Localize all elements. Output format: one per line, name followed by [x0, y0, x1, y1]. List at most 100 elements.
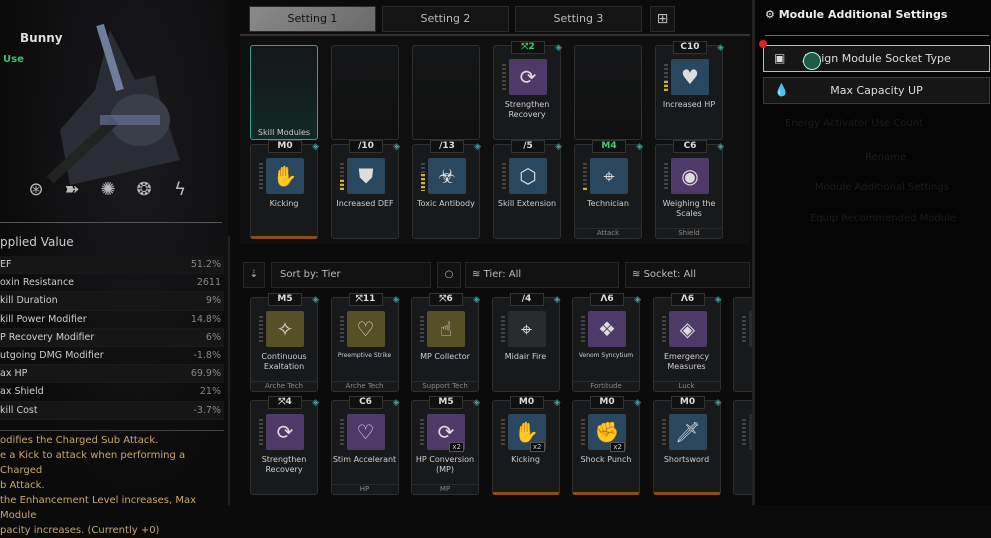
module-card[interactable]: M5 ◈ ✧ Continuous Exaltation Arche Tech — [250, 293, 319, 392]
module-card[interactable]: M0 ◈ ✊ Shock Punch x2 — [572, 396, 641, 495]
module-name: Toxic Antibody — [417, 199, 475, 208]
module-description: odifies the Charged Sub Attack. e a Kick … — [0, 430, 224, 538]
module-card[interactable]: ⤧6 ◈ ☝ MP Collector Support Tech — [411, 293, 480, 392]
layers-icon: ≋ — [632, 269, 644, 280]
sort-icon[interactable]: ⇣ — [243, 262, 265, 288]
socket-type-icon: ◈ — [717, 142, 724, 152]
module-card[interactable]: ⤧4 ◈ ⟳ Strengthen Recovery — [250, 396, 319, 495]
socket-type-icon: ◈ — [312, 295, 319, 305]
bg-menu-item: Module Additional Settings — [815, 182, 949, 193]
module-card[interactable]: /13 ◈ ☣ Toxic Antibody — [412, 140, 481, 239]
stat-row: oxin Resistance 2611 — [0, 274, 224, 293]
cursor-indicator — [803, 52, 821, 70]
module-name: Shock Punch — [580, 455, 632, 464]
quantity-badge: x2 — [529, 442, 545, 452]
skill-3-icon[interactable]: ✺ — [96, 178, 120, 202]
enhancement-level-bar — [581, 316, 585, 344]
module-icon: ⬡ — [509, 158, 547, 194]
capacity-cost: M0 — [590, 396, 624, 409]
skill-5-icon[interactable]: ϟ — [168, 178, 192, 202]
socket-type-icon: ◈ — [393, 142, 400, 152]
capacity-cost: ⤧11 — [348, 293, 383, 306]
description-line: the Enhancement Level increases, Max Mod… — [0, 495, 196, 521]
capacity-cost: /4 — [509, 293, 544, 306]
module-category: Arche Tech — [251, 381, 317, 390]
scrollbar[interactable] — [228, 236, 230, 505]
empty-module-slot[interactable] — [331, 45, 399, 140]
empty-module-slot[interactable] — [574, 45, 642, 140]
equipped-modules-grid: Skill Modules ⤧2 ◈ ⟳ Strengthen Recovery C10 ◈… — [240, 34, 750, 244]
grid-plus-icon[interactable]: ⊞ — [650, 6, 675, 32]
stat-label: ax HP — [0, 368, 28, 380]
module-card[interactable]: M5 ◈ ⟳ HP Conversion (MP) MP x2 — [411, 396, 480, 495]
stat-label: kill Cost — [0, 404, 38, 416]
module-card[interactable]: C6 ◈ ◉ Weighing the Scales Shield — [655, 140, 724, 239]
button-label: Max Capacity UP — [830, 84, 923, 97]
stat-label: ax Shield — [0, 386, 44, 398]
socket-type-icon: ◈ — [553, 398, 561, 408]
module-card[interactable]: C6 ◈ ♡ Stim Accelerant HP — [330, 396, 400, 495]
stat-row: ax Shield 21% — [0, 383, 224, 402]
module-card[interactable]: M0 ◈ ✋ Kicking x2 — [491, 396, 561, 495]
module-card[interactable]: M0 ◈ ✋ Kicking — [250, 140, 319, 239]
skill-4-icon[interactable]: ❂ — [132, 178, 156, 202]
level-fill — [664, 80, 668, 92]
stats-table: EF 51.2% oxin Resistance 2611 kill Duration 9… — [0, 256, 224, 420]
socket-filter[interactable]: ≋ Socket: All — [625, 262, 750, 288]
socket-type-icon: ◈ — [714, 398, 722, 408]
skill-2-icon[interactable]: ➽ — [60, 178, 84, 202]
module-name: HP Conversion (MP) — [415, 455, 475, 474]
socket-type-icon: ◈ — [555, 142, 562, 152]
module-name: Kicking — [269, 199, 299, 208]
empty-module-slot[interactable] — [412, 45, 480, 140]
capacity-cost: M0 — [268, 140, 302, 153]
level-fill — [583, 188, 587, 191]
stat-label: EF — [0, 259, 12, 271]
enhancement-level-bar — [420, 419, 424, 447]
module-name: Strengthen Recovery — [504, 100, 550, 119]
module-card[interactable]: M4 ◈ ⌖ Technician Attack — [574, 140, 643, 239]
module-card[interactable]: ⤧2 ◈ ⟳ Strengthen Recovery — [493, 41, 562, 140]
reset-icon[interactable]: ○ — [437, 262, 461, 288]
module-card[interactable]: Λ6 ◈ ❖ Venom Syncytium Fortitude — [572, 293, 641, 392]
capacity-cost: /10 — [349, 140, 383, 153]
tab-setting-3[interactable]: Setting 3 — [515, 6, 642, 32]
module-card[interactable]: ⤧11 ◈ ♡ Preemptive Strike Arche Tech — [330, 293, 400, 392]
module-card[interactable]: C10 ◈ ♥ Increased HP — [655, 41, 724, 140]
tab-setting-1[interactable]: Setting 1 — [249, 6, 376, 32]
quantity-badge: x2 — [449, 442, 464, 452]
socket-filter-label: Socket: All — [643, 269, 696, 280]
enhancement-level-bar — [742, 419, 746, 447]
module-card[interactable]: /5 ◈ ⬡ Skill Extension — [493, 140, 562, 239]
tier-filter[interactable]: ≋ Tier: All — [465, 262, 619, 288]
module-card[interactable]: /4 ◈ ⌖ Midair Fire — [491, 293, 561, 392]
stat-label: kill Power Modifier — [0, 313, 87, 325]
enhancement-level-bar — [502, 64, 506, 92]
enhancement-level-bar — [742, 316, 746, 344]
module-card[interactable]: M0 ◈ 🗡 Shortsword — [652, 396, 722, 495]
module-icon: ⟳ — [266, 414, 304, 450]
layers-icon: ≋ — [472, 269, 484, 280]
assign-module-socket-type-button[interactable]: ▣ Assign Module Socket Type — [763, 45, 990, 72]
module-category: Luck — [653, 381, 720, 390]
max-capacity-up-button[interactable]: 💧 Max Capacity UP — [763, 77, 990, 104]
socket-type-icon: ◈ — [312, 142, 319, 152]
skill-1-icon[interactable]: ⊛ — [24, 178, 48, 202]
stat-value: 69.9% — [190, 368, 221, 380]
socket-type-icon: ◈ — [473, 398, 480, 408]
capacity-cost: M5 — [268, 293, 302, 306]
stat-label: oxin Resistance — [0, 277, 75, 289]
module-card[interactable]: /10 ◈ ⛊ Increased DEF — [331, 140, 400, 239]
enhancement-level-bar — [500, 419, 505, 447]
stat-value: 2611 — [196, 277, 221, 289]
stat-value: -1.8% — [193, 350, 221, 362]
sort-dropdown[interactable]: Sort by: Tier — [271, 262, 431, 288]
enhancement-level-bar — [420, 316, 424, 344]
socket-type-icon: ◈ — [392, 398, 400, 408]
module-name: Technician — [587, 199, 629, 208]
tab-setting-2[interactable]: Setting 2 — [382, 6, 509, 32]
quantity-badge: x2 — [610, 442, 625, 452]
capacity-cost: Λ6 — [590, 293, 624, 306]
empty-module-slot[interactable]: Skill Modules — [250, 45, 318, 140]
module-card[interactable]: Λ6 ◈ ◈ Emergency Measures Luck — [652, 293, 722, 392]
